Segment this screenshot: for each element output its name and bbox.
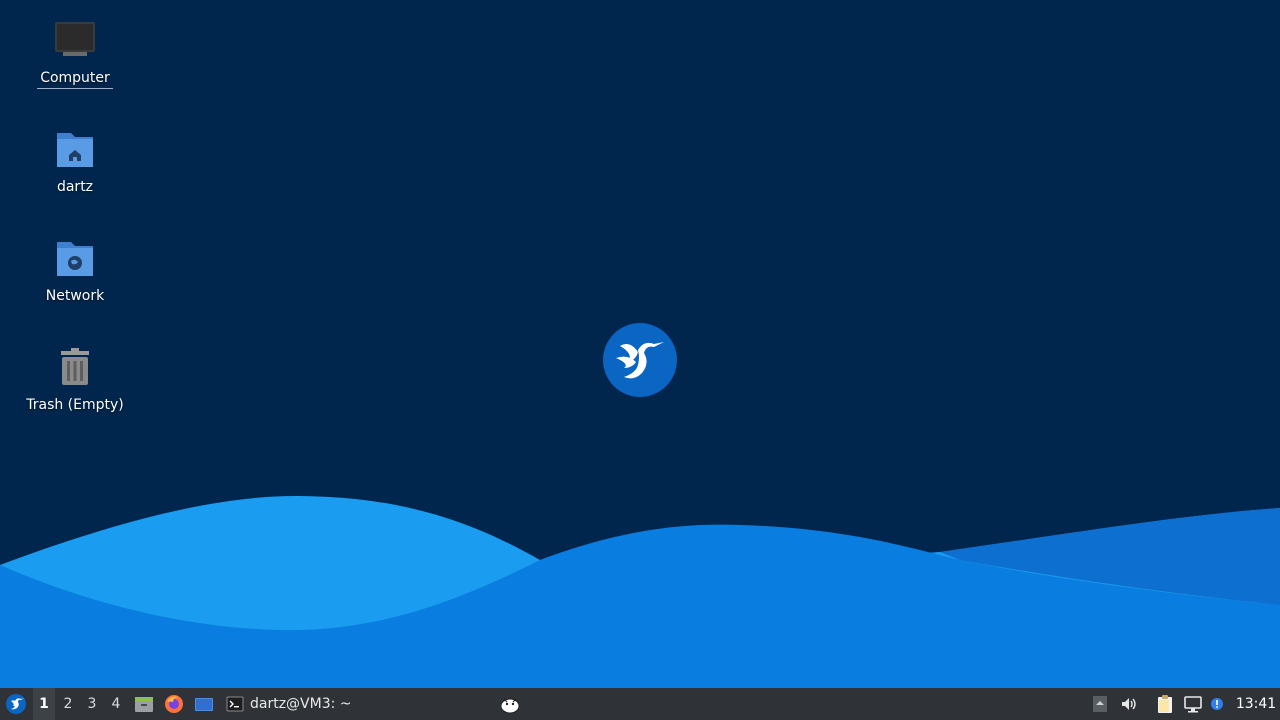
tray-notifications[interactable] [1208,688,1226,720]
computer-icon [55,22,95,56]
desktop-icon-label: Network [45,288,105,304]
terminal-icon [226,696,244,712]
clock-time: 13:41 [1235,696,1277,712]
tray-clipboard[interactable] [1154,688,1176,720]
clock[interactable]: 13:41 [1234,688,1278,720]
desktop-icon-label: Computer [37,68,113,89]
file-manager-icon [135,697,153,712]
taskbar-window-terminal[interactable]: dartz@VM3: ~ [220,688,382,720]
network-wired-icon [1184,696,1202,713]
desktop-icon-label: dartz [56,179,94,195]
network-folder-icon [57,242,93,276]
show-desktop-icon [195,698,213,711]
firefox-icon [165,695,183,713]
workspace-label: 2 [63,696,73,712]
launcher-file-manager[interactable] [133,688,155,720]
notification-alert-icon [1211,698,1223,710]
mascot-indicator[interactable] [496,688,524,720]
workspace-3-button[interactable]: 3 [81,688,103,720]
mascot-icon [500,698,520,714]
home-folder-icon [57,133,93,167]
app-menu-button[interactable] [2,688,30,720]
workspace-1-button[interactable]: 1 [33,688,55,720]
taskbar: 1 2 3 4 dartz@VM3: ~ 13:41 [0,688,1280,720]
taskbar-window-title: dartz@VM3: ~ [250,696,352,712]
distro-logo-icon [603,323,677,397]
desktop-icon-network[interactable]: Network [15,236,135,306]
launcher-firefox[interactable] [163,688,185,720]
launcher-desktop[interactable] [193,688,215,720]
distro-menu-icon [6,694,26,714]
desktop-icon-trash[interactable]: Trash (Empty) [15,345,135,415]
tray-network[interactable] [1182,688,1204,720]
clipboard-icon [1158,695,1172,713]
workspace-2-button[interactable]: 2 [57,688,79,720]
desktop: Computer dartz Network Trash (Empty) [0,0,1280,688]
desktop-icon-label: Trash (Empty) [26,397,124,413]
desktop-icon-home-folder[interactable]: dartz [15,127,135,197]
workspace-label: 3 [87,696,97,712]
volume-icon [1122,698,1136,710]
tray-expand-button[interactable] [1090,688,1110,720]
arrow-up-icon [1093,696,1107,712]
desktop-icon-computer[interactable]: Computer [15,18,135,89]
workspace-4-button[interactable]: 4 [105,688,127,720]
workspace-label: 4 [111,696,121,712]
workspace-label: 1 [39,696,49,712]
tray-volume[interactable] [1118,688,1140,720]
trash-icon [61,348,89,385]
